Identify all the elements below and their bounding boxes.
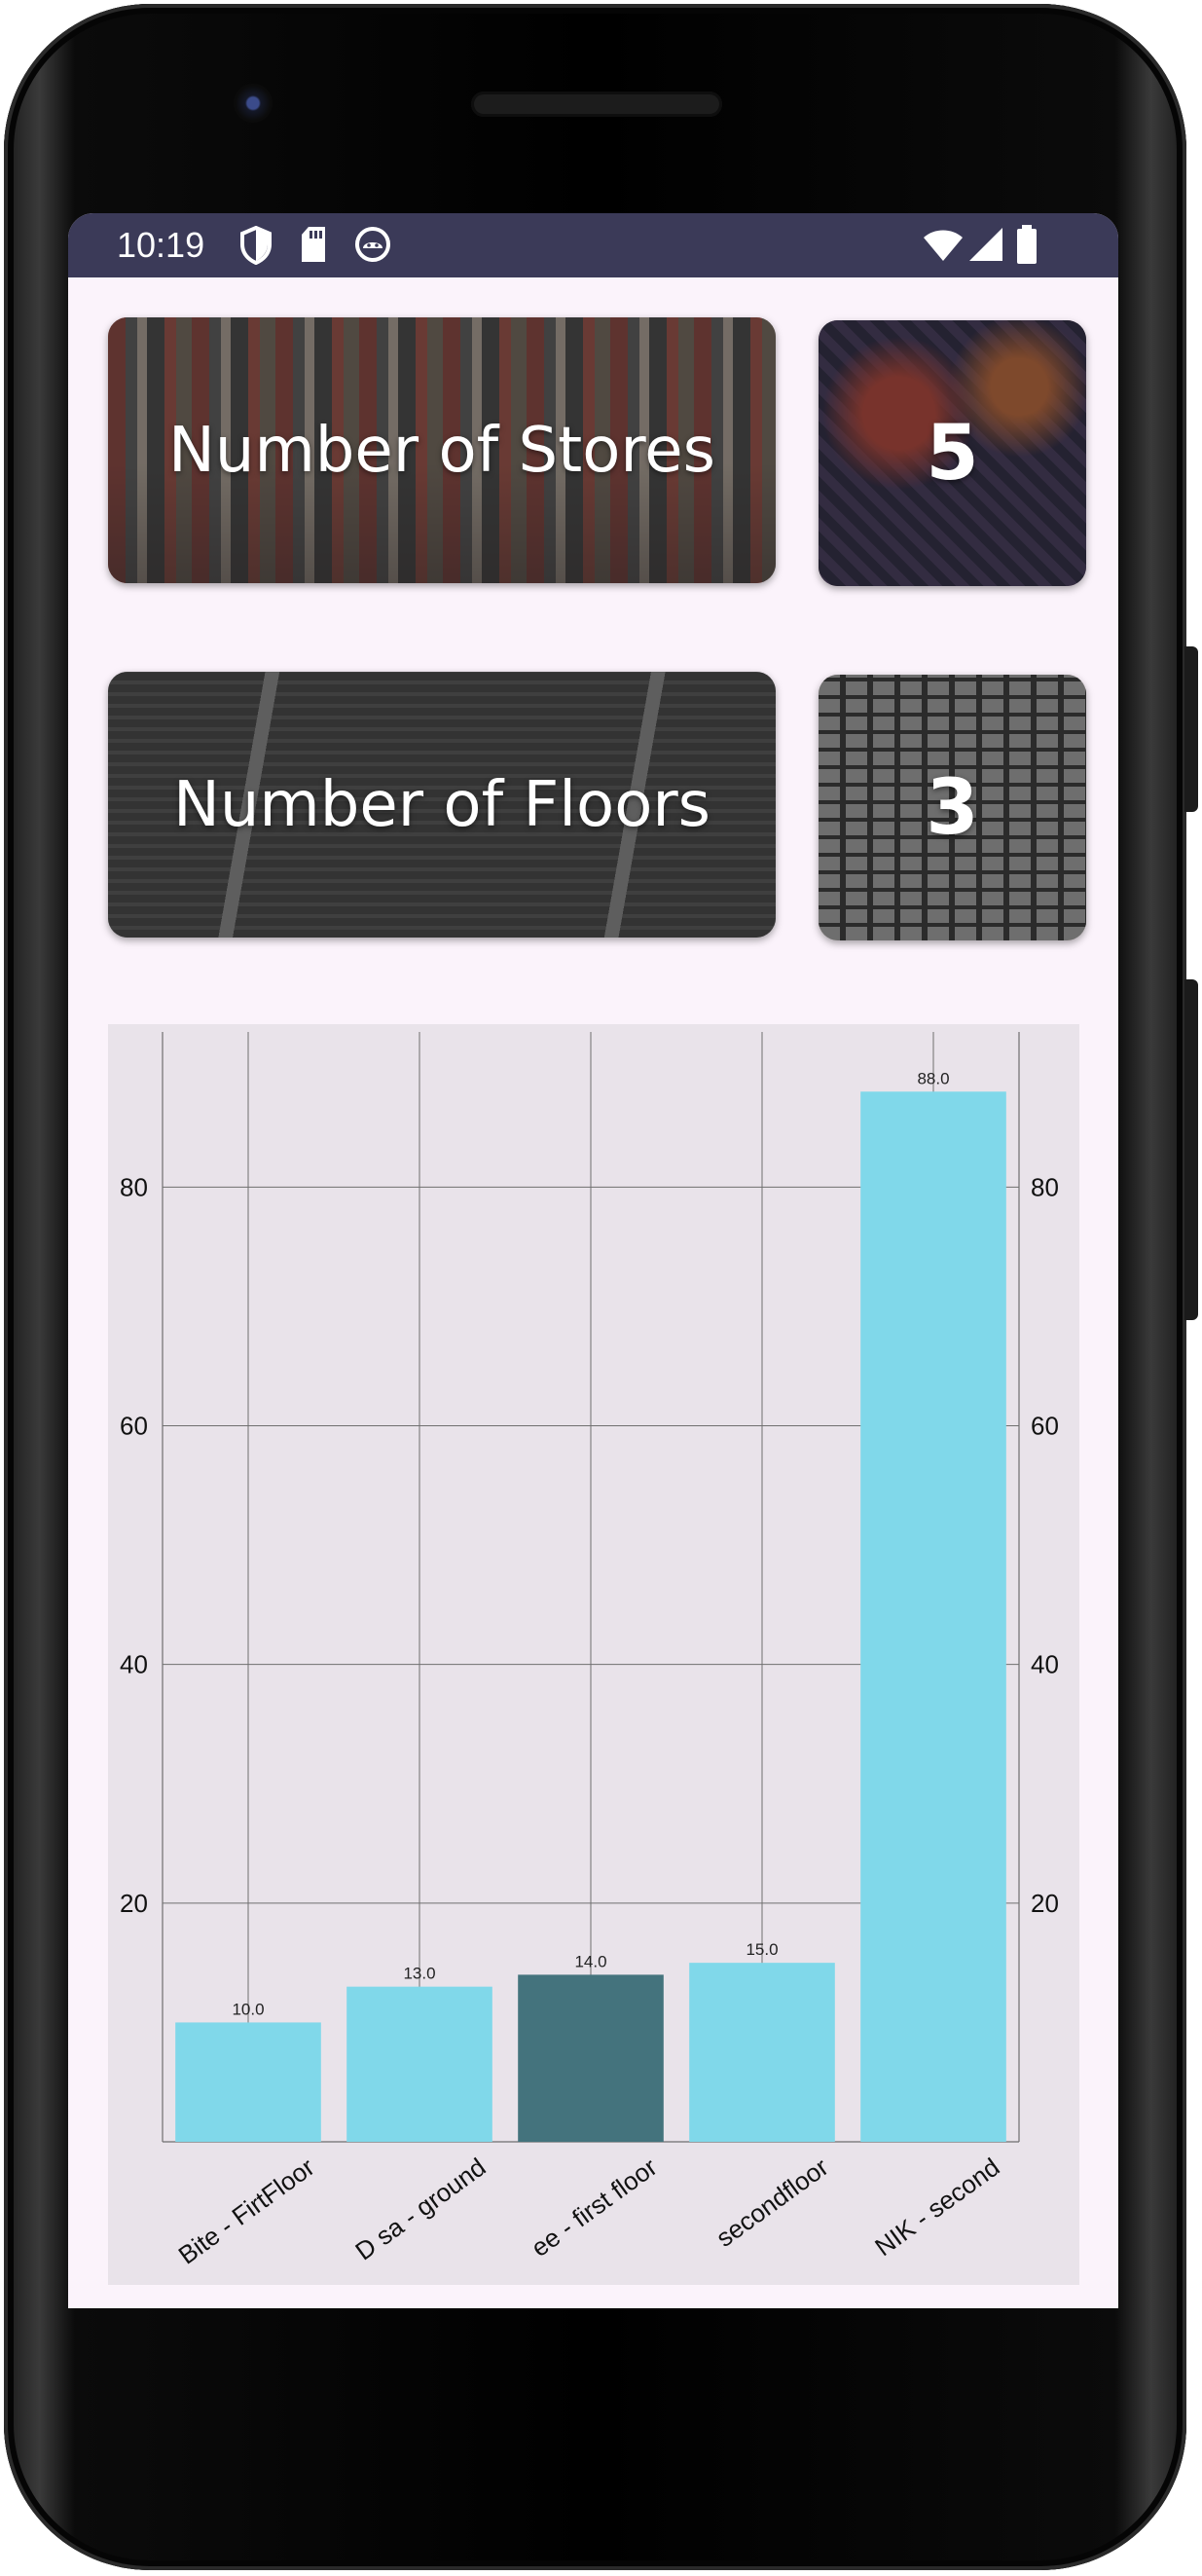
y-tick-label-left: 60 — [120, 1412, 148, 1441]
x-category-label: D sa - ground — [349, 2153, 491, 2266]
floors-count-card[interactable]: 3 — [819, 675, 1086, 940]
sd-card-icon — [302, 227, 325, 262]
y-tick-label-left: 80 — [120, 1172, 148, 1201]
stores-count-card[interactable]: 5 — [819, 320, 1086, 586]
bar — [518, 1974, 664, 2142]
x-category-label: NIK - second — [869, 2153, 1004, 2263]
y-tick-label-left: 40 — [120, 1650, 148, 1679]
floors-label-card[interactable]: Number of Floors — [108, 672, 776, 938]
y-tick-label-right: 40 — [1031, 1650, 1059, 1679]
bar — [689, 1963, 835, 2142]
stores-label-card[interactable]: Number of Stores — [108, 317, 776, 583]
floors-count: 3 — [926, 763, 979, 852]
y-tick-label-left: 20 — [120, 1889, 148, 1918]
status-time: 10:19 — [117, 225, 205, 265]
status-bar: 10:19 — [68, 213, 1118, 277]
bar-value-label: 88.0 — [917, 1069, 949, 1087]
floors-label: Number of Floors — [172, 768, 711, 841]
signal-icon — [969, 228, 1002, 261]
stores-count: 5 — [926, 409, 979, 497]
earpiece-speaker — [471, 92, 722, 117]
stores-label: Number of Stores — [168, 414, 715, 487]
bar-chart: 20 20 40 40 60 60 80 80 10.0 Bite - FirtFloor 13.0… — [108, 1024, 1079, 2285]
front-camera — [234, 84, 273, 123]
wifi-icon — [924, 230, 963, 261]
y-tick-label-right: 20 — [1031, 1889, 1059, 1918]
bar — [860, 1091, 1006, 2142]
power-button — [1184, 646, 1198, 812]
battery-icon — [1017, 225, 1037, 264]
shield-icon — [240, 226, 272, 265]
x-category-label: secondfloor — [710, 2152, 834, 2252]
bar-chart-svg: 20 20 40 40 60 60 80 80 10.0 Bite - FirtFloor 13.0… — [120, 1032, 1059, 2270]
bar — [346, 1986, 492, 2142]
x-category-label: ee - first floor — [526, 2152, 663, 2263]
bar-value-label: 10.0 — [232, 2000, 264, 2018]
volume-button — [1184, 979, 1198, 1320]
x-category-label: Bite - FirtFloor — [173, 2152, 320, 2269]
y-tick-label-right: 80 — [1031, 1172, 1059, 1201]
bar-value-label: 13.0 — [403, 1965, 435, 1983]
bar — [175, 2022, 321, 2142]
bar-value-label: 15.0 — [746, 1940, 778, 1959]
y-tick-label-right: 60 — [1031, 1412, 1059, 1441]
app-screen: 10:19 Number of Stores 5 Number of Floor… — [68, 213, 1118, 2308]
bar-value-label: 14.0 — [574, 1952, 606, 1970]
android-icon — [355, 227, 390, 262]
